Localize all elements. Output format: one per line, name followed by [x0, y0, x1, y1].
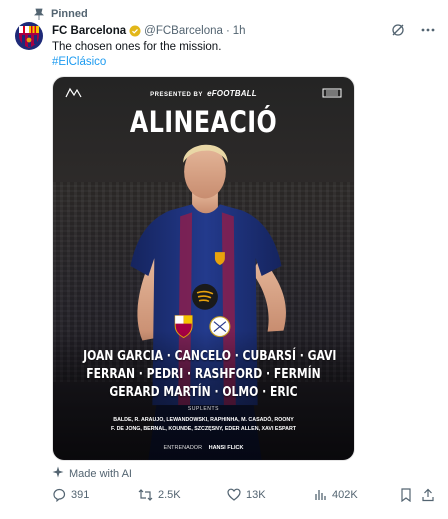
lineup-list: JOAN GARCIA · CANCELO · CUBARSÍ · GAVI F… — [53, 347, 354, 401]
made-with-ai-text: Made with AI — [69, 467, 132, 480]
repost-icon — [138, 489, 153, 501]
subs-line: F. DE JONG, BERNAL, KOUNDE, SZCZĘSNY, ED… — [110, 426, 297, 432]
share-icon — [422, 488, 434, 502]
like-button[interactable]: 13K — [227, 488, 266, 501]
like-count: 13K — [246, 488, 266, 501]
tweet-actions-bar: 391 2.5K 13K 402K — [52, 488, 434, 506]
player-figure — [53, 144, 354, 460]
grok-icon[interactable] — [390, 22, 406, 38]
tweet-media-image[interactable]: PRESENTED BY eFOOTBALL ALINEACIÓ JOAN GA… — [52, 76, 355, 461]
pinned-label: Pinned — [34, 7, 88, 21]
views-icon — [315, 490, 326, 500]
bookmark-icon — [401, 488, 411, 502]
like-icon — [227, 488, 241, 501]
author-handle[interactable]: @FCBarcelona — [144, 25, 223, 37]
more-icon[interactable] — [420, 22, 436, 38]
separator-dot: · — [225, 25, 230, 37]
author-name[interactable]: FC Barcelona — [52, 25, 126, 37]
lineup-row: GERARD MARTÍN · OLMO · ERIC — [109, 384, 298, 400]
lineup-row: JOAN GARCIA · CANCELO · CUBARSÍ · GAVI — [83, 348, 337, 364]
tweet-header-actions — [390, 22, 436, 38]
tweet-time[interactable]: 1h — [233, 25, 246, 37]
fcb-crest-icon — [19, 26, 39, 48]
lineup-row: FERRAN · PEDRI · RASHFORD · FERMÍN — [86, 366, 321, 382]
repost-button[interactable]: 2.5K — [138, 488, 181, 502]
subs-list: BALDE, R. ARAUJO, LEWANDOWSKI, RAPHINHA,… — [73, 416, 334, 434]
views-count: 402K — [332, 488, 358, 501]
pinned-text: Pinned — [51, 8, 88, 20]
repost-count: 2.5K — [158, 489, 181, 501]
bookmark-button[interactable] — [400, 488, 412, 502]
pin-icon — [34, 8, 44, 20]
reply-button[interactable]: 391 — [52, 488, 89, 502]
views-button[interactable]: 402K — [314, 488, 358, 501]
made-with-ai-label[interactable]: Made with AI — [52, 466, 132, 481]
ai-sparkle-icon — [52, 466, 64, 481]
coach-name: HANSI FLICK — [208, 445, 244, 451]
share-button[interactable] — [422, 488, 434, 502]
subs-label: SUPLENTS — [187, 406, 220, 412]
coach-line: ENTRENADOR HANSI FLICK — [53, 445, 354, 451]
reply-count: 391 — [71, 489, 90, 501]
verified-badge-icon — [129, 25, 141, 37]
subs-line: BALDE, R. ARAUJO, LEWANDOWSKI, RAPHINHA,… — [113, 417, 294, 423]
coach-label: ENTRENADOR — [163, 445, 203, 451]
reply-icon — [53, 488, 66, 502]
tweet-header: FC Barcelona @FCBarcelona · 1h — [52, 25, 246, 37]
tweet-text: The chosen ones for the mission. — [52, 41, 222, 53]
hashtag-link[interactable]: #ElClásico — [52, 56, 106, 68]
avatar[interactable] — [15, 22, 43, 50]
